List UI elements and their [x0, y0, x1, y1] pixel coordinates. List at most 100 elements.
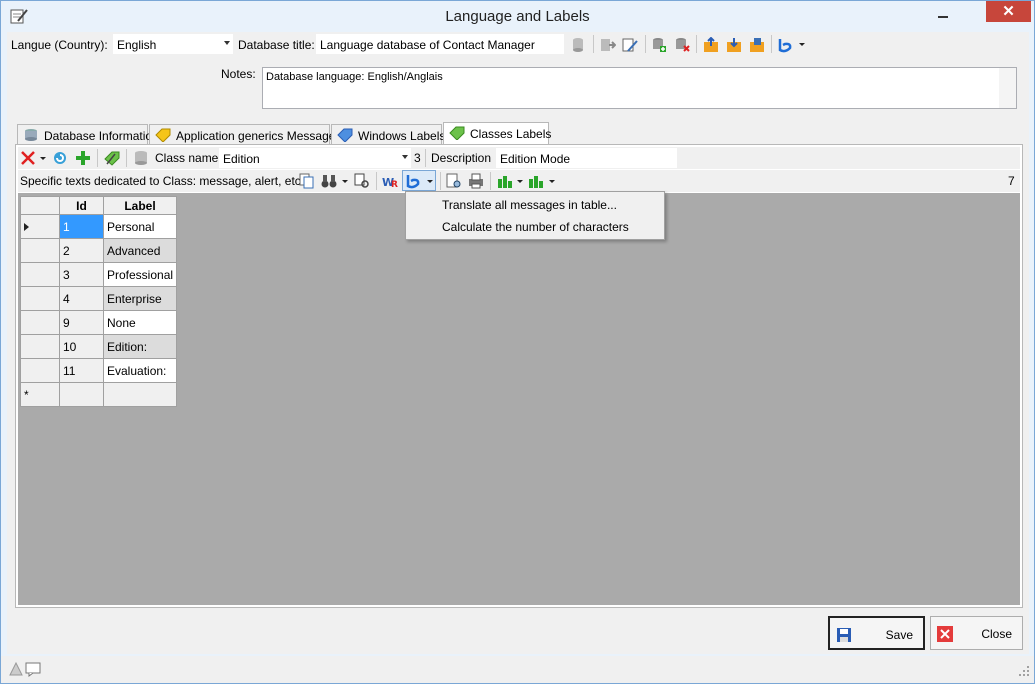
menu-item-calculate-characters[interactable]: Calculate the number of characters — [407, 216, 663, 238]
row-header-corner[interactable] — [20, 196, 60, 215]
table-header-row: Id Label — [20, 196, 178, 215]
save-button[interactable]: Save — [828, 616, 925, 650]
row-header[interactable] — [20, 358, 60, 383]
toolbar-separator — [696, 35, 697, 53]
table-row[interactable]: 9 None — [20, 310, 178, 335]
id-cell[interactable]: 10 — [59, 334, 104, 359]
add-database-icon[interactable] — [651, 37, 667, 53]
db-title-field[interactable]: Language database of Contact Manager — [316, 34, 564, 54]
tab-label: Windows Labels — [358, 129, 446, 143]
table-row[interactable]: 10 Edition: — [20, 334, 178, 359]
row-header[interactable] — [20, 238, 60, 263]
word-count-icon[interactable]: WR — [382, 173, 398, 189]
row-header[interactable] — [20, 262, 60, 287]
column-header-label[interactable]: Label — [102, 196, 178, 215]
class-name-combo[interactable]: Edition — [219, 148, 411, 168]
binoculars-icon[interactable] — [321, 173, 337, 189]
id-cell[interactable] — [59, 382, 104, 407]
close-label: Close — [981, 627, 1012, 641]
row-header[interactable] — [20, 286, 60, 311]
tab-windows-labels[interactable]: Windows Labels — [331, 124, 446, 144]
minimize-button[interactable] — [931, 6, 955, 22]
save-label: Save — [885, 628, 913, 642]
database-icon[interactable] — [571, 37, 587, 53]
chevron-down-icon — [402, 155, 408, 159]
warning-comment-icon[interactable] — [9, 661, 43, 677]
label-cell[interactable]: Professional — [102, 262, 178, 287]
data-grid: Id Label 1 Personal 2 Advanced 3 Profess… — [18, 193, 1020, 605]
chevron-down-icon[interactable] — [517, 180, 523, 183]
id-cell[interactable]: 4 — [59, 286, 104, 311]
label-cell[interactable] — [102, 382, 178, 407]
tab-classes-labels[interactable]: Classes Labels — [443, 122, 551, 145]
delete-database-icon[interactable] — [674, 37, 690, 53]
label-cell[interactable]: Edition: — [102, 334, 178, 359]
tab-application-generics-messages[interactable]: Application generics Messages — [149, 124, 341, 144]
tag-icon — [337, 128, 353, 142]
chevron-down-icon[interactable] — [799, 43, 805, 46]
id-cell[interactable]: 1 — [59, 214, 104, 239]
translate-split-button[interactable] — [402, 170, 436, 191]
edit-document-icon[interactable] — [622, 37, 638, 53]
chevron-down-icon[interactable] — [342, 180, 348, 183]
table-row[interactable]: 11 Evaluation: — [20, 358, 178, 383]
id-cell[interactable]: 3 — [59, 262, 104, 287]
database-icon[interactable] — [133, 150, 149, 166]
chevron-down-icon[interactable] — [549, 180, 555, 183]
bar-chart-icon[interactable] — [528, 173, 544, 189]
menu-item-translate-all[interactable]: Translate all messages in table... — [407, 194, 663, 216]
label-cell[interactable]: None — [102, 310, 178, 335]
language-combo[interactable]: English — [113, 34, 233, 54]
chevron-down-icon[interactable] — [40, 157, 46, 160]
table-row[interactable]: 1 Personal — [20, 214, 178, 239]
delete-icon[interactable] — [20, 150, 36, 166]
copy-document-icon[interactable] — [299, 173, 315, 189]
id-cell[interactable]: 2 — [59, 238, 104, 263]
close-window-button[interactable]: ✕ — [986, 1, 1031, 22]
label-cell[interactable]: Evaluation: — [102, 358, 178, 383]
label-cell[interactable]: Advanced — [102, 238, 178, 263]
description-field[interactable]: Edition Mode — [496, 148, 677, 168]
print-icon[interactable] — [468, 173, 484, 189]
folder-up-icon[interactable] — [703, 37, 719, 53]
tag-icon — [155, 128, 171, 142]
menu-item-label: Calculate the number of characters — [442, 220, 629, 234]
bing-translate-icon[interactable] — [777, 37, 793, 53]
add-icon[interactable] — [75, 150, 91, 166]
tab-database-information[interactable]: Database Information — [17, 124, 159, 144]
resize-grip-icon[interactable] — [1018, 665, 1030, 677]
row-header[interactable] — [20, 310, 60, 335]
row-header[interactable] — [20, 334, 60, 359]
label-cell[interactable]: Enterprise — [102, 286, 178, 311]
column-header-id[interactable]: Id — [59, 196, 104, 215]
table-row[interactable]: 4 Enterprise — [20, 286, 178, 311]
table-row[interactable]: 2 Advanced — [20, 238, 178, 263]
notes-textarea[interactable]: Database language: English/Anglais — [262, 67, 1017, 109]
table-row[interactable]: 3 Professional — [20, 262, 178, 287]
close-button[interactable]: Close — [930, 616, 1023, 650]
texts-caption: Specific texts dedicated to Class: messa… — [20, 174, 305, 188]
refresh-icon[interactable] — [52, 150, 68, 166]
notes-scrollbar[interactable] — [999, 68, 1016, 108]
id-cell[interactable]: 11 — [59, 358, 104, 383]
preview-icon[interactable] — [446, 173, 462, 189]
main-window: Language and Labels ✕ Langue (Country): … — [0, 0, 1035, 684]
row-count: 7 — [1008, 174, 1015, 188]
bar-chart-icon[interactable] — [497, 173, 513, 189]
class-name-value: Edition — [223, 152, 260, 166]
export-icon[interactable] — [600, 37, 616, 53]
row-header[interactable] — [20, 214, 60, 239]
folder-save-icon[interactable] — [749, 37, 765, 53]
find-replace-icon[interactable] — [354, 173, 370, 189]
folder-down-icon[interactable] — [726, 37, 742, 53]
window-title: Language and Labels — [445, 8, 590, 25]
toolbar-separator — [440, 172, 441, 190]
toolbar-separator — [376, 172, 377, 190]
tag-edit-icon[interactable] — [104, 150, 120, 166]
toolbar-separator — [771, 35, 772, 53]
new-row[interactable]: * — [20, 382, 178, 407]
current-row-arrow-icon — [24, 222, 29, 231]
client-area: Langue (Country): English Database title… — [7, 32, 1029, 654]
id-cell[interactable]: 9 — [59, 310, 104, 335]
label-cell[interactable]: Personal — [102, 214, 178, 239]
